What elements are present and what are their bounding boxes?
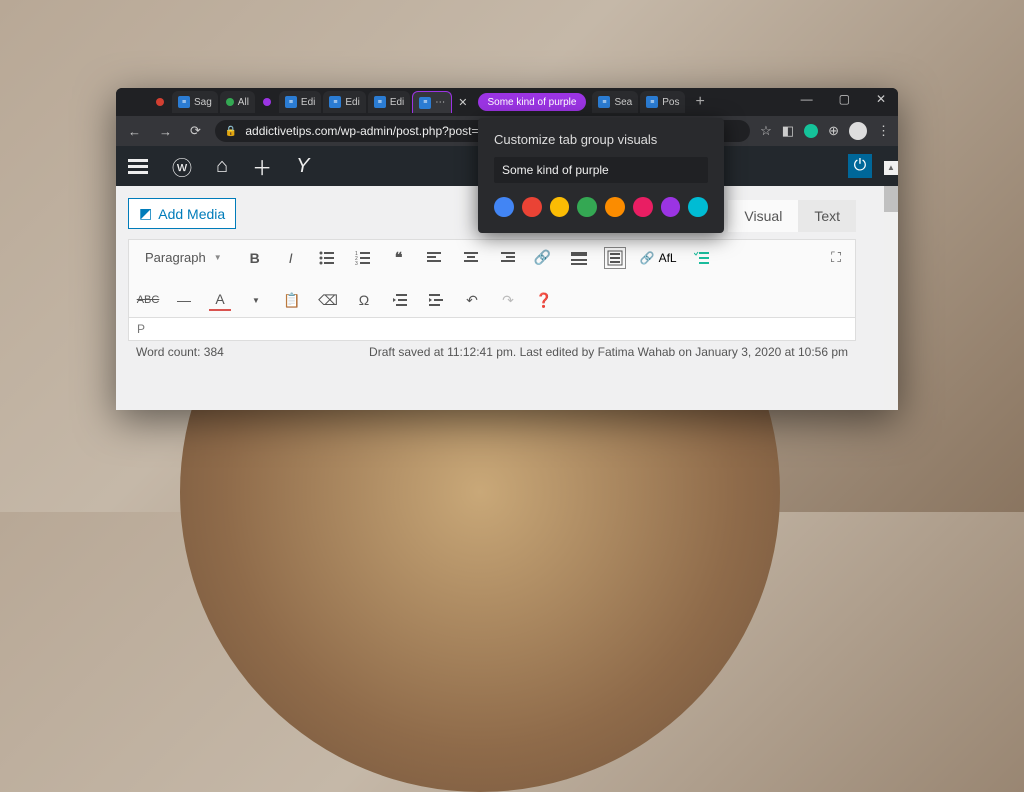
word-count: Word count: 384 xyxy=(136,345,224,359)
scroll-thumb[interactable] xyxy=(884,186,898,212)
reload-icon[interactable]: ⟳ xyxy=(186,121,205,141)
swatch-yellow[interactable] xyxy=(550,197,570,217)
add-new-icon[interactable]: ＋ xyxy=(252,152,272,181)
checklist-button[interactable] xyxy=(691,247,713,269)
special-char-button[interactable]: Ω xyxy=(353,289,375,311)
close-window-icon[interactable]: ✕ xyxy=(872,88,890,110)
color-swatches xyxy=(494,197,708,217)
svg-text:3: 3 xyxy=(355,261,358,266)
lock-icon: 🔒 xyxy=(225,126,237,137)
italic-button[interactable]: I xyxy=(280,247,302,269)
tab-text[interactable]: Text xyxy=(798,200,856,232)
hr-button[interactable]: — xyxy=(173,289,195,311)
wordpress-logo-icon[interactable]: ⓦ xyxy=(172,152,192,181)
afl-label: AfL xyxy=(659,251,677,265)
extension-icon[interactable]: ◧ xyxy=(782,123,794,139)
tab-edit-1[interactable]: ≡Edi xyxy=(279,91,321,113)
tab-active[interactable]: ≡⋯ xyxy=(412,91,452,113)
format-select[interactable]: Paragraph xyxy=(137,246,230,269)
forward-icon[interactable]: → xyxy=(155,122,176,141)
tab-label: Sag xyxy=(194,97,212,108)
status-bar: Word count: 384 Draft saved at 11:12:41 … xyxy=(128,341,856,363)
menu-icon[interactable]: ⋮ xyxy=(877,123,890,139)
help-button[interactable]: ❓ xyxy=(533,289,555,311)
tab-edit-2[interactable]: ≡Edi xyxy=(323,91,365,113)
afl-button[interactable]: 🔗AfL xyxy=(640,251,677,265)
new-tab-button[interactable]: + xyxy=(687,93,712,111)
url-text: addictivetips.com/wp-admin/post.php?post… xyxy=(245,124,478,138)
swatch-blue[interactable] xyxy=(494,197,514,217)
add-media-label: Add Media xyxy=(158,206,225,222)
strikethrough-button[interactable]: ABC xyxy=(137,289,159,311)
clear-formatting-button[interactable]: ⌫ xyxy=(317,289,339,311)
hamburger-icon[interactable] xyxy=(128,159,148,174)
insert-more-button[interactable] xyxy=(568,247,590,269)
numbered-list-button[interactable]: 123 xyxy=(352,247,374,269)
bullet-list-button[interactable] xyxy=(316,247,338,269)
editor-toolbar: Paragraph B I 123 ❝ 🔗 🔗AfL ⛶ ABC — A ▼ 📋… xyxy=(128,239,856,318)
popover-title: Customize tab group visuals xyxy=(494,132,708,147)
star-icon[interactable]: ☆ xyxy=(760,123,772,139)
home-icon[interactable]: ⌂ xyxy=(216,155,228,178)
tab-group-label[interactable]: Some kind of purple xyxy=(478,93,587,111)
fullscreen-button[interactable]: ⛶ xyxy=(825,247,847,269)
grammarly-icon[interactable] xyxy=(804,124,818,138)
add-media-button[interactable]: ◩ Add Media xyxy=(128,198,236,229)
swatch-pink[interactable] xyxy=(633,197,653,217)
tab-sag[interactable]: ≡Sag xyxy=(172,91,218,113)
tab-label: Edi xyxy=(301,97,315,108)
align-center-button[interactable] xyxy=(460,247,482,269)
swatch-orange[interactable] xyxy=(605,197,625,217)
undo-button[interactable]: ↶ xyxy=(461,289,483,311)
align-left-button[interactable] xyxy=(424,247,446,269)
swatch-teal[interactable] xyxy=(688,197,708,217)
minimize-icon[interactable]: — xyxy=(797,88,817,110)
profile-avatar[interactable] xyxy=(849,122,867,140)
outdent-button[interactable] xyxy=(389,289,411,311)
group-name-input[interactable] xyxy=(494,157,708,183)
redo-button[interactable]: ↷ xyxy=(497,289,519,311)
toolbar-toggle-button[interactable] xyxy=(604,247,626,269)
tab-sea[interactable]: ≡Sea xyxy=(592,91,638,113)
swatch-red[interactable] xyxy=(522,197,542,217)
vertical-scrollbar[interactable] xyxy=(884,186,898,410)
tab-label: ⋯ xyxy=(435,97,445,108)
extension-icon-2[interactable]: ⊕ xyxy=(828,123,839,139)
element-path[interactable]: P xyxy=(128,318,856,341)
tab-label: Pos xyxy=(662,97,679,108)
blockquote-button[interactable]: ❝ xyxy=(388,247,410,269)
indent-button[interactable] xyxy=(425,289,447,311)
account-button[interactable]: ⏻ xyxy=(848,154,872,178)
tab-group-dot-purple[interactable] xyxy=(257,91,277,113)
scroll-up-button[interactable]: ▲ xyxy=(884,161,898,175)
tab-label: Sea xyxy=(614,97,632,108)
tab-pos[interactable]: ≡Pos xyxy=(640,91,685,113)
text-color-dropdown[interactable]: ▼ xyxy=(245,289,267,311)
yoast-icon[interactable]: Y xyxy=(296,155,309,178)
text-color-button[interactable]: A xyxy=(209,289,231,311)
tab-label: Edi xyxy=(390,97,404,108)
media-icon: ◩ xyxy=(139,205,152,222)
tab-group-popover: Customize tab group visuals xyxy=(478,118,724,233)
swatch-purple[interactable] xyxy=(661,197,681,217)
maximize-icon[interactable]: ▢ xyxy=(835,88,854,110)
tab-edit-3[interactable]: ≡Edi xyxy=(368,91,410,113)
tab-group-dot[interactable] xyxy=(150,91,170,113)
tab-all[interactable]: All xyxy=(220,91,255,113)
tab-label: Edi xyxy=(345,97,359,108)
paste-text-button[interactable]: 📋 xyxy=(281,289,303,311)
tab-visual[interactable]: Visual xyxy=(728,200,798,232)
bold-button[interactable]: B xyxy=(244,247,266,269)
swatch-green[interactable] xyxy=(577,197,597,217)
back-icon[interactable]: ← xyxy=(124,122,145,141)
tab-label: All xyxy=(238,97,249,108)
tab-strip: ≡Sag All ≡Edi ≡Edi ≡Edi ≡⋯ ✕ Some kind o… xyxy=(116,88,898,116)
draft-status: Draft saved at 11:12:41 pm. Last edited … xyxy=(369,345,848,359)
link-button[interactable]: 🔗 xyxy=(532,247,554,269)
close-tab-icon[interactable]: ✕ xyxy=(454,96,471,109)
align-right-button[interactable] xyxy=(496,247,518,269)
